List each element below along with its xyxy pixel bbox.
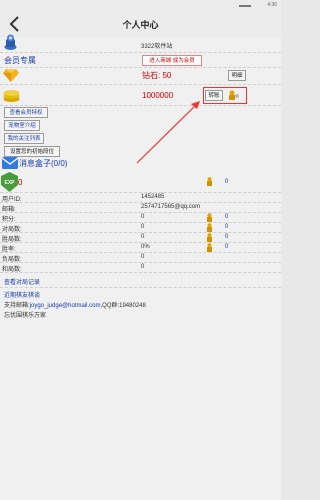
divider: [0, 222, 281, 223]
wins-value: 0: [141, 234, 145, 240]
divider: [0, 242, 281, 243]
game-history-link[interactable]: 查看对局记录: [4, 277, 40, 286]
page-title: 个人中心: [122, 20, 159, 30]
recent-chess-friends-link[interactable]: 近期棋友棋谈: [4, 290, 40, 299]
divider: [0, 232, 281, 233]
divider: [0, 252, 281, 253]
follow-list-button[interactable]: 我的关注列表: [4, 133, 44, 144]
exp-value: 0: [18, 178, 23, 187]
envelope-icon: [1, 157, 19, 169]
support-qq: ,QQ群:19480248: [100, 303, 146, 309]
vip-label: 会员专属: [4, 56, 36, 65]
detail-button[interactable]: 明细: [228, 70, 246, 81]
message-box-label[interactable]: 消息盒子(0/0): [19, 158, 67, 169]
win-rate-rank-value: 0: [225, 244, 229, 250]
exp-badge-icon: EXP: [1, 172, 18, 192]
gold-pawn-icon: [206, 243, 213, 252]
divider: [0, 272, 281, 273]
divider: [0, 287, 281, 288]
points-value: 0: [141, 214, 145, 220]
losses-value: 0: [141, 254, 145, 260]
signal-icon: [239, 2, 251, 7]
coin-stack-icon: [3, 89, 20, 102]
navigation-bar: 个人中心: [0, 10, 281, 38]
user-id-value: 1452485: [141, 194, 165, 200]
status-bar: 4:36: [0, 0, 281, 10]
wins-rank-value: 0: [225, 234, 229, 240]
divider: [0, 192, 281, 193]
gold-pawn-icon: [206, 233, 213, 242]
games-rank-value: 0: [225, 224, 229, 230]
divider: [0, 84, 281, 85]
support-prefix: 支持邮箱:: [4, 303, 30, 309]
slogan: 忘忧围棋乐万家: [4, 313, 47, 319]
status-time: 4:36: [267, 2, 277, 8]
diamond-balance: 钻石: 50: [142, 71, 172, 80]
points-rank-value: 0: [225, 214, 229, 220]
divider: [0, 202, 281, 203]
svg-text:EXP: EXP: [4, 180, 15, 186]
support-email-link[interactable]: joygo_judge@hotmail.com: [30, 303, 101, 309]
divider: [0, 52, 281, 53]
transfer-highlight-box: [203, 87, 247, 104]
set-initial-rank-button[interactable]: 设置您的初始段位: [4, 146, 60, 157]
gold-pawn-icon: [206, 223, 213, 232]
games-value: 0: [141, 224, 145, 230]
email-value: 2574717565@qq.com: [141, 204, 201, 210]
divider: [0, 67, 281, 68]
draws-value: 0: [141, 264, 145, 270]
diamond-icon: [3, 69, 19, 82]
view-member-privileges-button[interactable]: 查看会员特权: [4, 107, 48, 118]
gold-pawn-icon: [206, 177, 213, 186]
pet-room-intro-button[interactable]: 宠物室介绍: [4, 120, 40, 131]
coin-balance: 1000000: [142, 91, 174, 100]
become-member-button[interactable]: 进入商城 成为会员: [142, 55, 202, 66]
win-rate-value: 0%: [141, 244, 150, 250]
divider: [0, 105, 281, 106]
site-name: 3322软件站: [141, 44, 173, 50]
user-avatar-icon: [4, 34, 17, 50]
support-line: 支持邮箱:joygo_judge@hotmail.com,QQ群:1948024…: [4, 300, 146, 309]
gold-pawn-icon: [206, 213, 213, 222]
divider: [0, 212, 281, 213]
divider: [0, 262, 281, 263]
exp-rank-value: 0: [225, 179, 229, 185]
